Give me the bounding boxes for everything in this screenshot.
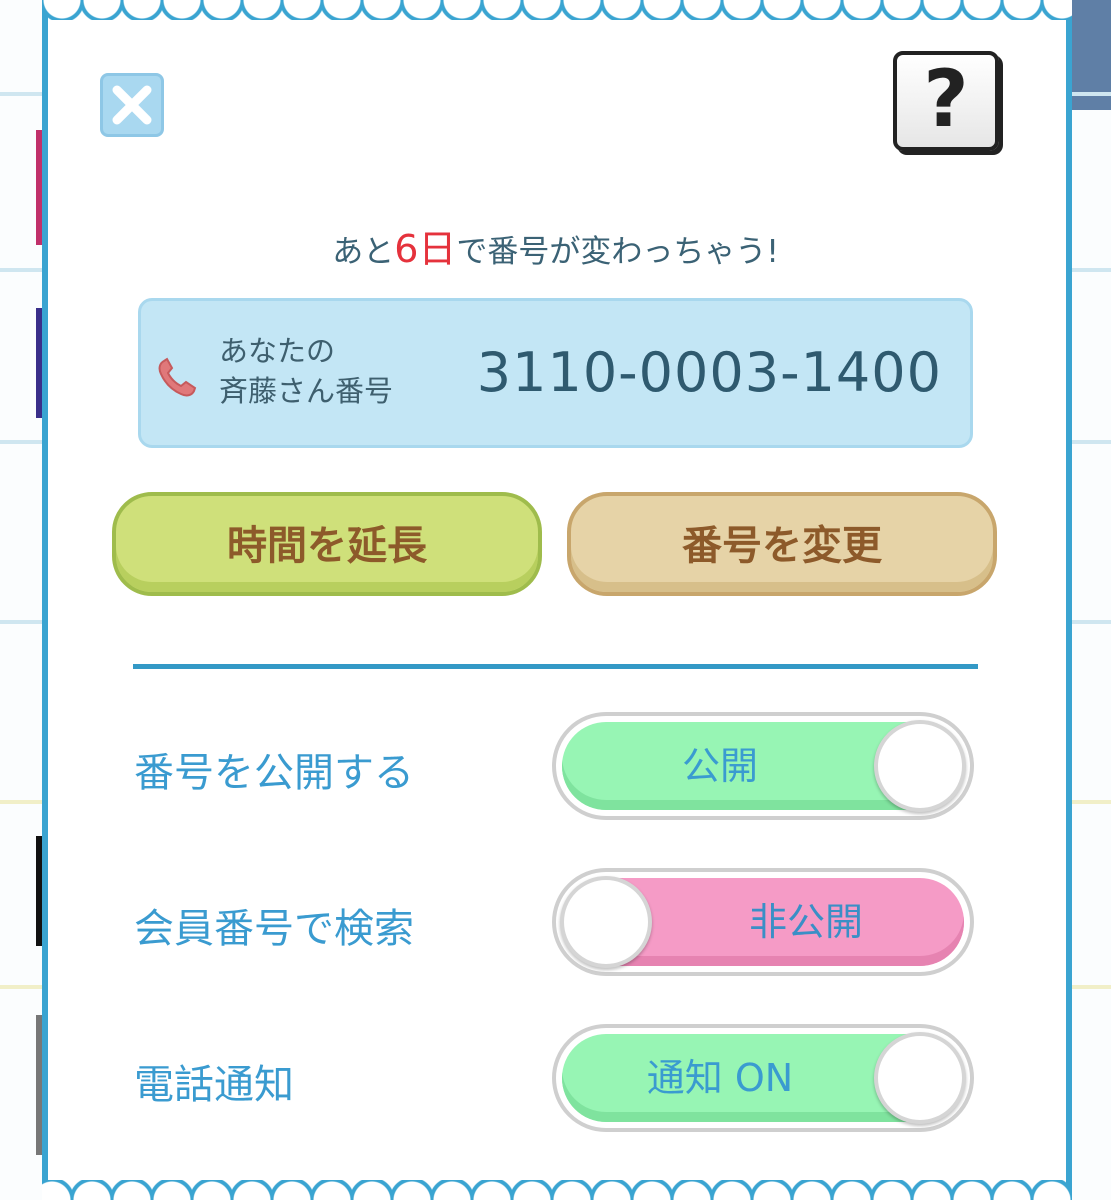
number-label-line1: あなたの (219, 334, 336, 368)
toggle-knob (874, 1032, 966, 1124)
phone-number-card: あなたの 斉藤さん番号 3110-0003-1400 (138, 298, 973, 448)
close-icon (112, 85, 152, 125)
setting-label-publish: 番号を公開する (134, 750, 414, 796)
help-button[interactable]: ? (893, 51, 999, 151)
section-divider (133, 664, 978, 669)
extend-time-button[interactable]: 時間を延長 (112, 492, 542, 596)
help-icon: ? (923, 55, 969, 145)
toggle-state: 通知 ON (646, 1056, 794, 1100)
modal-scallop-top (42, 0, 1072, 20)
change-number-button[interactable]: 番号を変更 (567, 492, 997, 596)
countdown-prefix: あと (332, 234, 395, 270)
member-search-toggle[interactable]: 非公開 (552, 868, 974, 976)
number-label-line2: 斉藤さん番号 (219, 374, 394, 408)
close-button[interactable] (100, 73, 164, 137)
phone-icon (158, 357, 197, 397)
countdown-suffix: で番号が変わっちゃう! (456, 234, 779, 270)
modal-scallop-bottom (42, 1180, 1072, 1200)
phone-number-value: 3110-0003-1400 (476, 341, 942, 404)
countdown-days: 6日 (394, 227, 457, 271)
setting-label-call-notify: 電話通知 (134, 1062, 294, 1108)
call-notification-toggle[interactable]: 通知 ON (552, 1024, 974, 1132)
toggle-knob (874, 720, 966, 812)
toggle-knob (560, 876, 652, 968)
setting-label-search: 会員番号で検索 (134, 906, 414, 952)
phone-number-modal (42, 0, 1072, 1200)
countdown-message: あと6日で番号が変わっちゃう! (0, 218, 1111, 273)
publish-number-toggle[interactable]: 公開 (552, 712, 974, 820)
toggle-state: 非公開 (748, 900, 863, 944)
number-label: あなたの 斉藤さん番号 (219, 331, 393, 411)
toggle-state: 公開 (681, 744, 758, 788)
